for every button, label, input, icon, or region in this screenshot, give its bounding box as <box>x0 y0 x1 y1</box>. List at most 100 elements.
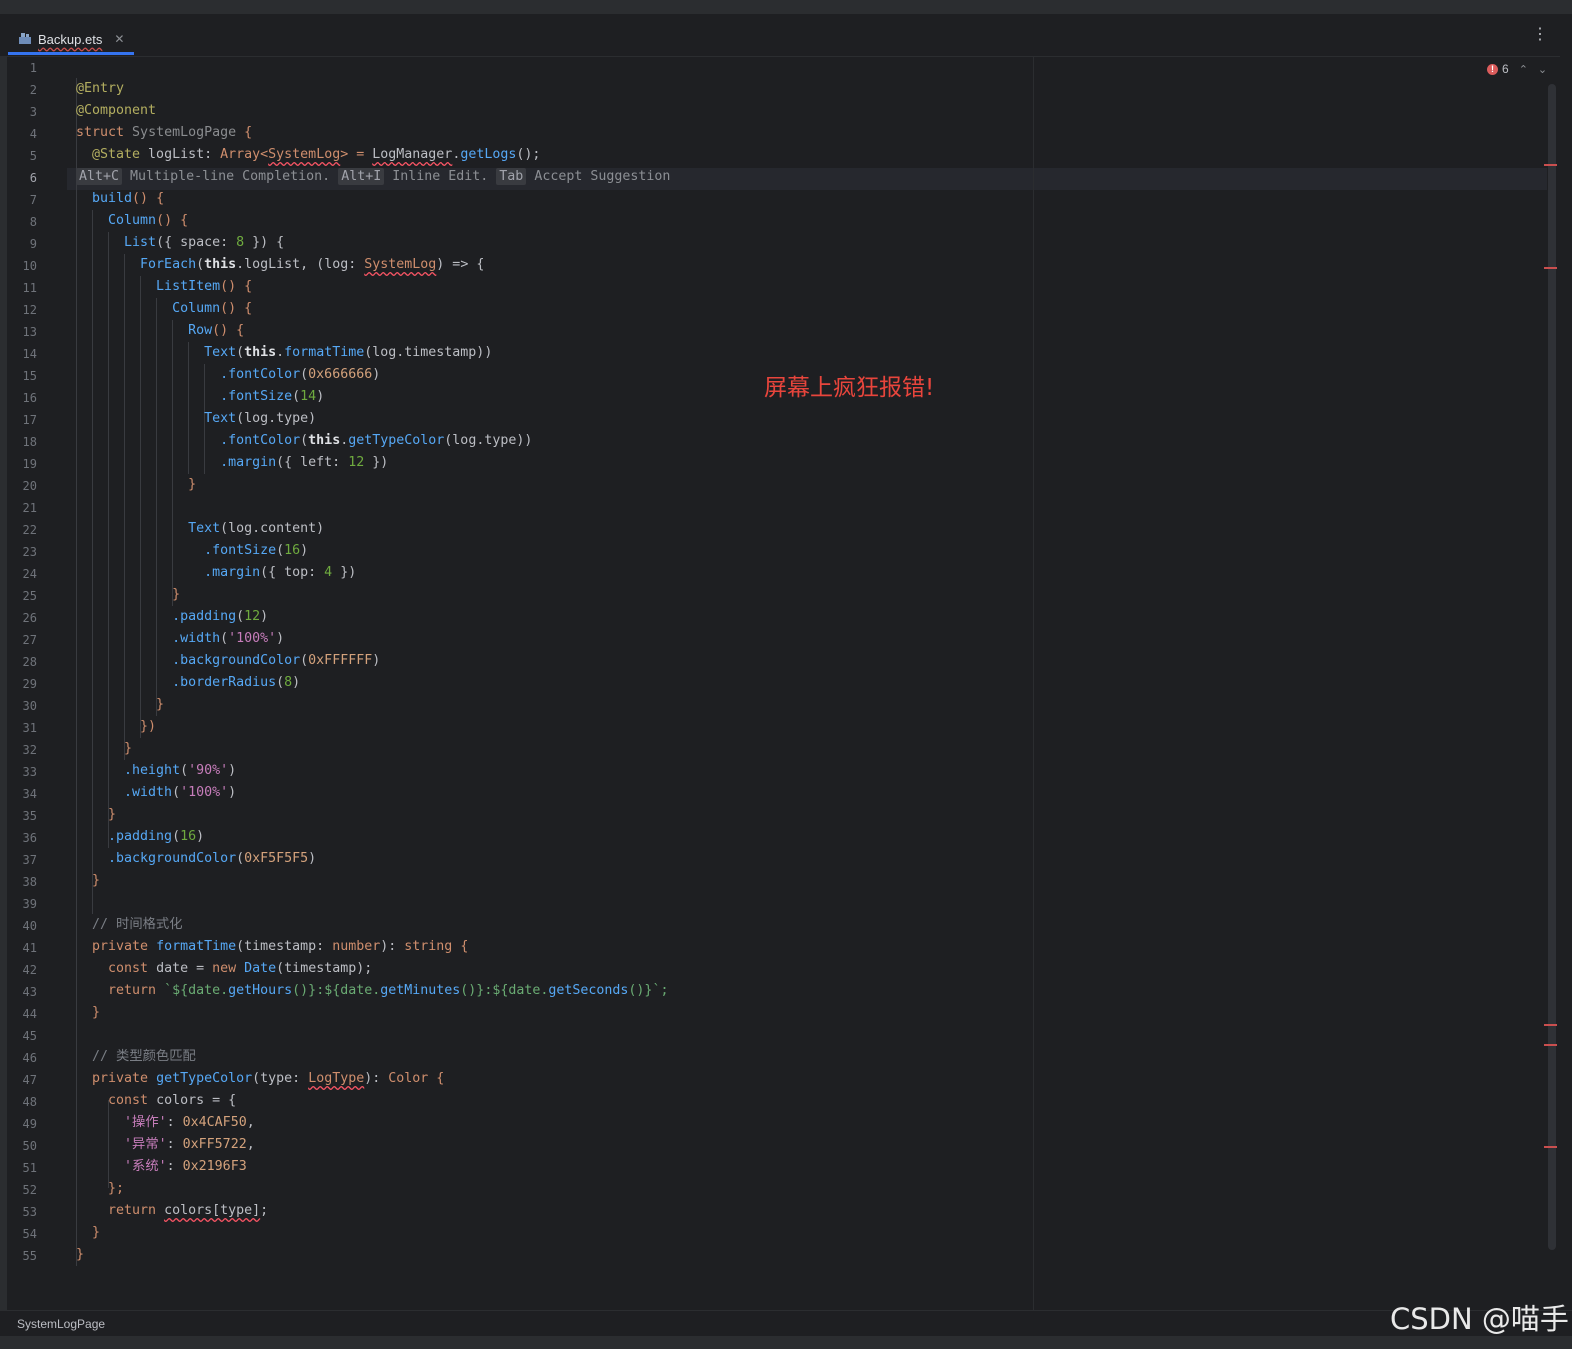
line-number[interactable]: 47 <box>7 1069 37 1091</box>
line-number[interactable]: 10 <box>7 255 37 277</box>
line-number[interactable]: 42 <box>7 959 37 981</box>
line-number[interactable]: 44 <box>7 1003 37 1025</box>
breadcrumb[interactable]: SystemLogPage <box>17 1317 105 1331</box>
bottom-strip <box>0 1336 1572 1349</box>
line-number[interactable]: 11 <box>7 277 37 299</box>
close-icon[interactable]: ✕ <box>114 32 124 46</box>
error-stripe-mark[interactable] <box>1544 267 1557 269</box>
line-number[interactable]: 7 <box>7 189 37 211</box>
line-number[interactable]: 1 <box>7 57 37 79</box>
error-counter[interactable]: ! 6 ⌃ ⌄ <box>1487 62 1547 76</box>
line-number[interactable]: 15 <box>7 365 37 387</box>
line-number[interactable]: 2 <box>7 79 37 101</box>
code-line-46: // 类型颜色匹配 <box>76 1049 196 1064</box>
line-number[interactable]: 41 <box>7 937 37 959</box>
code-line-47: private getTypeColor(type: LogType): Col… <box>76 1071 445 1086</box>
line-number[interactable]: 3 <box>7 101 37 123</box>
line-number[interactable]: 28 <box>7 651 37 673</box>
line-number[interactable]: 46 <box>7 1047 37 1069</box>
chevron-down-icon[interactable]: ⌄ <box>1538 63 1547 76</box>
line-number[interactable]: 22 <box>7 519 37 541</box>
line-number-gutter: 1 2 3 4 5 6 7 8 9 10 11 12 13 14 15 16 17 18 19 20 21 22 23 24 2… <box>7 56 67 1310</box>
line-number[interactable]: 19 <box>7 453 37 475</box>
line-number[interactable]: 27 <box>7 629 37 651</box>
code-line-49: '操作': 0x4CAF50, <box>76 1115 255 1130</box>
line-number[interactable]: 49 <box>7 1113 37 1135</box>
watermark: CSDN @喵手 <box>1390 1302 1569 1336</box>
line-number[interactable]: 39 <box>7 893 37 915</box>
code-line-30: } <box>76 697 165 712</box>
vertical-scrollbar[interactable] <box>1548 84 1556 1250</box>
line-number[interactable]: 38 <box>7 871 37 893</box>
tab-backup-ets[interactable]: Backup.ets ✕ <box>10 22 132 56</box>
error-count: 6 <box>1502 62 1509 76</box>
title-strip <box>0 0 1572 14</box>
line-number[interactable]: 18 <box>7 431 37 453</box>
line-number[interactable]: 17 <box>7 409 37 431</box>
line-number[interactable]: 37 <box>7 849 37 871</box>
chevron-up-icon[interactable]: ⌃ <box>1519 63 1528 76</box>
error-stripe-mark[interactable] <box>1544 1146 1557 1148</box>
line-number[interactable]: 54 <box>7 1223 37 1245</box>
line-number[interactable]: 23 <box>7 541 37 563</box>
ai-completion-hint: Alt+C Multiple-line Completion. Alt+I In… <box>76 166 670 188</box>
code-line-32: } <box>76 741 133 756</box>
code-line-10: ForEach(this.logList, (log: SystemLog) =… <box>76 257 485 272</box>
line-number[interactable]: 16 <box>7 387 37 409</box>
line-number[interactable]: 5 <box>7 145 37 167</box>
line-number[interactable]: 29 <box>7 673 37 695</box>
line-number[interactable]: 33 <box>7 761 37 783</box>
line-number[interactable]: 12 <box>7 299 37 321</box>
code-line-50: '异常': 0xFF5722, <box>76 1137 255 1152</box>
line-number[interactable]: 4 <box>7 123 37 145</box>
code-line-41: private formatTime(timestamp: number): s… <box>76 939 469 954</box>
code-editor[interactable]: @Entry @Component struct SystemLogPage {… <box>67 56 1547 1310</box>
tab-label: Backup.ets <box>38 31 103 47</box>
line-number[interactable]: 51 <box>7 1157 37 1179</box>
line-number[interactable]: 50 <box>7 1135 37 1157</box>
line-number[interactable]: 20 <box>7 475 37 497</box>
line-number[interactable]: 6 <box>7 167 37 189</box>
line-number[interactable]: 9 <box>7 233 37 255</box>
line-number[interactable]: 25 <box>7 585 37 607</box>
more-vertical-icon[interactable]: ⋮ <box>1532 24 1548 44</box>
line-number[interactable]: 45 <box>7 1025 37 1047</box>
ets-file-icon <box>18 31 32 48</box>
code-line-19: .margin({ left: 12 }) <box>76 455 389 470</box>
line-number[interactable]: 24 <box>7 563 37 585</box>
line-number[interactable]: 32 <box>7 739 37 761</box>
code-line-3: @Component <box>76 103 157 118</box>
error-stripe-mark[interactable] <box>1544 1044 1557 1046</box>
code-line-34: .width('100%') <box>76 785 237 800</box>
line-number[interactable]: 14 <box>7 343 37 365</box>
line-number[interactable]: 30 <box>7 695 37 717</box>
line-number[interactable]: 53 <box>7 1201 37 1223</box>
status-bar: SystemLogPage <box>0 1310 1572 1337</box>
code-line-28: .backgroundColor(0xFFFFFF) <box>76 653 381 668</box>
line-number[interactable]: 8 <box>7 211 37 233</box>
line-number[interactable]: 55 <box>7 1245 37 1267</box>
line-number[interactable]: 26 <box>7 607 37 629</box>
line-number[interactable]: 36 <box>7 827 37 849</box>
error-stripe-mark[interactable] <box>1544 1024 1557 1026</box>
code-line-8: Column() { <box>76 213 189 228</box>
line-number[interactable]: 34 <box>7 783 37 805</box>
line-number[interactable]: 31 <box>7 717 37 739</box>
line-number[interactable]: 21 <box>7 497 37 519</box>
code-line-9: List({ space: 8 }) { <box>76 235 285 250</box>
line-number[interactable]: 35 <box>7 805 37 827</box>
error-icon: ! <box>1487 63 1498 75</box>
line-number[interactable]: 40 <box>7 915 37 937</box>
line-number[interactable]: 52 <box>7 1179 37 1201</box>
line-number[interactable]: 43 <box>7 981 37 1003</box>
shortcut-alt-c: Alt+C <box>76 168 123 185</box>
code-line-25: } <box>76 587 181 602</box>
code-line-18: .fontColor(this.getTypeColor(log.type)) <box>76 433 533 448</box>
code-line-5: @State logList: Array<SystemLog> = LogMa… <box>76 147 541 162</box>
code-line-20: } <box>76 477 197 492</box>
line-number[interactable]: 13 <box>7 321 37 343</box>
line-number[interactable]: 48 <box>7 1091 37 1113</box>
error-stripe-mark[interactable] <box>1544 164 1557 166</box>
